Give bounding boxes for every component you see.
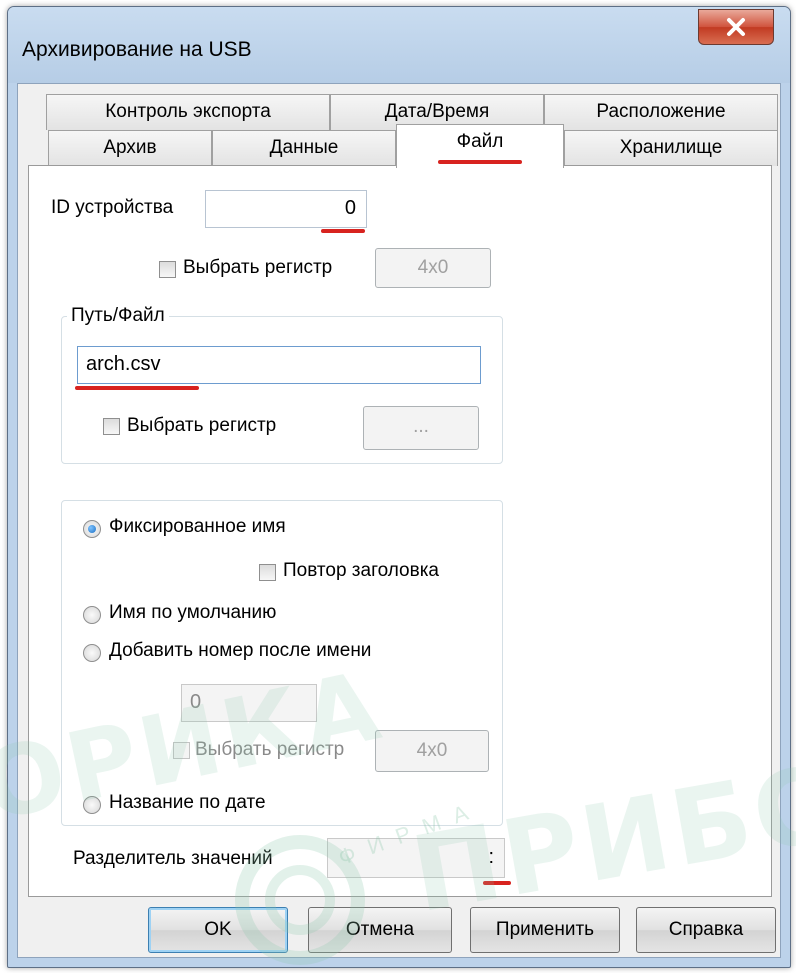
separator-value: : xyxy=(488,846,494,868)
window-title: Архивирование на USB xyxy=(22,38,252,61)
tab-archive[interactable]: Архив xyxy=(48,130,212,166)
number-value: 0 xyxy=(190,691,202,713)
tab-label: Файл xyxy=(456,131,504,152)
tab-label: Данные xyxy=(269,137,339,158)
device-id-label: ID устройства xyxy=(51,197,174,218)
tab-storage[interactable]: Хранилище xyxy=(564,130,778,166)
tab-data[interactable]: Данные xyxy=(212,130,396,166)
path-register-checkbox[interactable] xyxy=(103,418,120,435)
file-tab-panel: ID устройства 0 Выбрать регистр 4x0 Путь… xyxy=(28,165,772,897)
path-file-legend: Путь/Файл xyxy=(67,305,169,327)
radio-default-name[interactable] xyxy=(83,606,101,624)
close-button[interactable] xyxy=(698,9,774,45)
device-register-label: Выбрать регистр xyxy=(183,257,333,278)
separator-highlight xyxy=(483,881,511,885)
radio-fixed-name[interactable] xyxy=(83,520,101,538)
device-id-value: 0 xyxy=(344,197,356,219)
tab-label: Архив xyxy=(103,137,157,158)
radio-add-number[interactable] xyxy=(83,644,101,662)
path-browse-button[interactable]: ... xyxy=(363,406,479,450)
device-register-button[interactable]: 4x0 xyxy=(375,248,491,288)
tab-label: Контроль экспорта xyxy=(105,101,271,122)
naming-group xyxy=(61,500,503,826)
tab-highlight-mark xyxy=(438,160,522,164)
add-number-label: Добавить номер после имени xyxy=(109,640,372,661)
device-id-highlight xyxy=(321,229,365,233)
number-register-checkbox[interactable] xyxy=(173,742,190,759)
tab-location[interactable]: Расположение xyxy=(544,94,778,130)
tab-export-control[interactable]: Контроль экспорта xyxy=(46,94,330,130)
title-bar[interactable]: Архивирование на USB xyxy=(8,7,790,83)
help-button[interactable]: Справка xyxy=(636,907,776,953)
fixed-name-label: Фиксированное имя xyxy=(109,516,286,537)
device-id-input[interactable]: 0 xyxy=(205,190,367,228)
path-file-input[interactable]: arch.csv xyxy=(77,346,481,384)
close-icon xyxy=(727,18,745,36)
path-file-value: arch.csv xyxy=(86,353,161,375)
repeat-header-label: Повтор заголовка xyxy=(283,560,439,581)
tab-label: Хранилище xyxy=(619,137,723,158)
tab-label: Дата/Время xyxy=(384,101,490,122)
device-register-checkbox[interactable] xyxy=(159,261,176,278)
path-register-label: Выбрать регистр xyxy=(127,415,277,436)
number-input[interactable]: 0 xyxy=(181,684,317,722)
radio-date-name[interactable] xyxy=(83,796,101,814)
apply-button[interactable]: Применить xyxy=(470,907,620,953)
default-name-label: Имя по умолчанию xyxy=(109,602,277,623)
repeat-header-checkbox[interactable] xyxy=(259,564,276,581)
tab-label: Расположение xyxy=(596,101,726,122)
date-name-label: Название по дате xyxy=(109,792,266,813)
watermark-logo-icon xyxy=(235,835,365,965)
number-register-label: Выбрать регистр xyxy=(195,739,345,760)
number-register-button[interactable]: 4x0 xyxy=(375,730,489,772)
path-file-highlight xyxy=(75,386,199,390)
